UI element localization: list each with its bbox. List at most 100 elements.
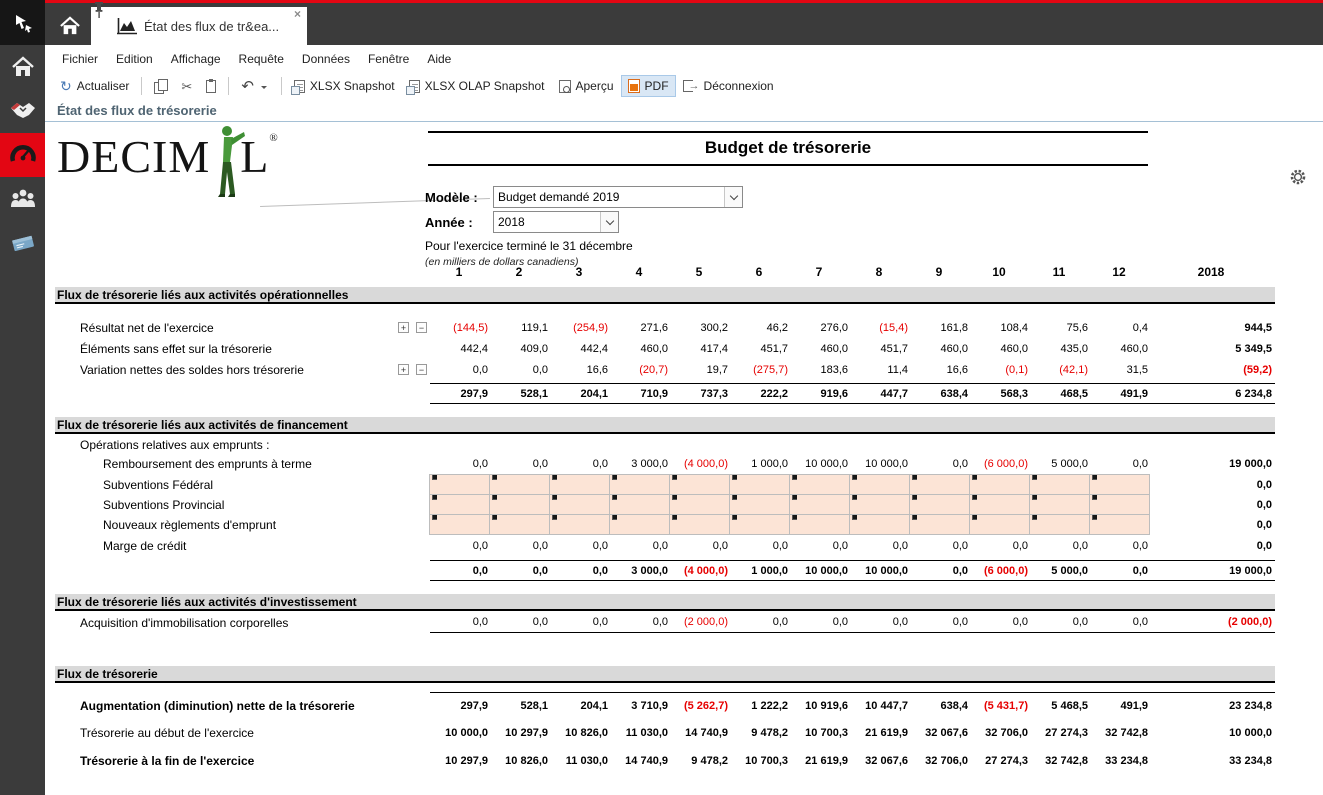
xlsx-olap-document-icon: [405, 79, 420, 95]
menu-bar: Fichier Edition Affichage Requête Donnée…: [45, 45, 1323, 72]
input-cell[interactable]: [1029, 474, 1090, 495]
annual-value: 0,0: [1256, 518, 1272, 531]
section-band: Flux de trésorerie liés aux activités d'…: [55, 594, 1275, 611]
input-cell[interactable]: [789, 514, 850, 535]
input-cell[interactable]: [789, 494, 850, 515]
input-cell[interactable]: [969, 474, 1030, 495]
home-tab-button[interactable]: [51, 9, 89, 43]
dropdown-caret-icon[interactable]: [260, 85, 267, 92]
home-icon: [11, 56, 34, 76]
sidebar-item-partners[interactable]: [0, 89, 45, 133]
gear-icon[interactable]: [1289, 168, 1307, 186]
deconnexion-button[interactable]: Déconnexion: [676, 75, 781, 97]
input-cell[interactable]: [1089, 494, 1150, 515]
input-cell[interactable]: [849, 514, 910, 535]
collapse-button[interactable]: −: [416, 364, 427, 375]
input-cell[interactable]: [489, 514, 550, 535]
input-cell[interactable]: [669, 494, 730, 515]
expand-button[interactable]: +: [398, 322, 409, 333]
section-title: Flux de trésorerie liés aux activités de…: [57, 417, 348, 432]
input-cell[interactable]: [609, 514, 670, 535]
sidebar-item-dashboard[interactable]: [0, 133, 45, 177]
input-cell[interactable]: [429, 494, 490, 515]
menu-donnees[interactable]: Données: [293, 47, 359, 71]
input-cell[interactable]: [909, 494, 970, 515]
input-cell[interactable]: [549, 514, 610, 535]
chevron-down-icon[interactable]: [600, 212, 618, 232]
copy-button[interactable]: [147, 75, 174, 97]
annual-value: 0,0: [1256, 498, 1272, 511]
input-cell[interactable]: [1089, 514, 1150, 535]
sidebar-item-reports[interactable]: [0, 221, 45, 265]
cell-value: 0,0: [472, 363, 488, 376]
pdf-button[interactable]: PDF: [620, 75, 676, 97]
input-cell[interactable]: [429, 474, 490, 495]
sidebar-item-home[interactable]: [0, 45, 45, 89]
collapse-button[interactable]: −: [416, 322, 427, 333]
copy-icon: [154, 79, 169, 94]
input-cell[interactable]: [489, 494, 550, 515]
table-row: Éléments sans effet sur la trésorerie 442…: [55, 338, 1275, 359]
preview-icon: [558, 79, 571, 93]
cell-value: 46,2: [766, 321, 788, 334]
corner-mark: [1032, 475, 1037, 480]
input-cell[interactable]: [909, 474, 970, 495]
tab-close-icon[interactable]: ×: [294, 7, 301, 21]
expand-button[interactable]: +: [398, 364, 409, 375]
cell-value: (4 000,0): [683, 457, 728, 470]
input-cell[interactable]: [969, 514, 1030, 535]
paste-button[interactable]: [199, 76, 223, 97]
collapse-sidebar-button[interactable]: [0, 0, 45, 45]
report-filters: Modèle : Budget demandé 2019 Année : 201…: [425, 186, 743, 268]
pin-icon[interactable]: [93, 1, 105, 19]
input-cell[interactable]: [429, 514, 490, 535]
model-select[interactable]: Budget demandé 2019: [493, 186, 743, 208]
xlsx-snapshot-button[interactable]: XLSX Snapshot: [287, 75, 402, 97]
annual-value: 23 234,8: [1150, 692, 1275, 719]
cell-value: 16,6: [946, 363, 968, 376]
input-cell[interactable]: [909, 514, 970, 535]
input-cell[interactable]: [849, 494, 910, 515]
sidebar-item-users[interactable]: [0, 177, 45, 221]
undo-button[interactable]: ↶: [234, 76, 276, 97]
year-select[interactable]: 2018: [493, 211, 619, 233]
input-cell[interactable]: [489, 474, 550, 495]
input-cell[interactable]: [669, 474, 730, 495]
annual-value: 5 349,5: [1235, 342, 1272, 355]
input-cell[interactable]: [549, 494, 610, 515]
input-cell[interactable]: [609, 494, 670, 515]
cell-value: 10 000,0: [445, 727, 488, 739]
year-label: Année :: [425, 214, 473, 230]
input-cell[interactable]: [549, 474, 610, 495]
input-cell[interactable]: [729, 494, 790, 515]
cell-value: 451,7: [880, 342, 908, 355]
cell-value: 297,9: [430, 383, 490, 404]
apercu-button[interactable]: Aperçu: [552, 75, 621, 97]
section-title: Flux de trésorerie liés aux activités d'…: [57, 594, 357, 609]
input-cell[interactable]: [609, 474, 670, 495]
input-cell[interactable]: [789, 474, 850, 495]
cell-value: (5 431,7): [970, 692, 1030, 719]
input-cell[interactable]: [669, 514, 730, 535]
input-cell[interactable]: [729, 474, 790, 495]
menu-affichage[interactable]: Affichage: [162, 47, 230, 71]
refresh-button[interactable]: ↻ Actualiser: [53, 75, 136, 97]
cut-button[interactable]: ✂: [174, 76, 199, 97]
menu-fichier[interactable]: Fichier: [53, 47, 107, 71]
input-cell[interactable]: [849, 474, 910, 495]
menu-fenetre[interactable]: Fenêtre: [359, 47, 418, 71]
input-cell[interactable]: [1029, 514, 1090, 535]
chevron-down-icon[interactable]: [724, 187, 742, 207]
tab-etat-des-flux[interactable]: État des flux de tr&ea... ×: [91, 2, 307, 45]
input-cell[interactable]: [1089, 474, 1150, 495]
xlsx-olap-snapshot-button[interactable]: XLSX OLAP Snapshot: [402, 75, 552, 97]
menu-aide[interactable]: Aide: [418, 47, 460, 71]
menu-requete[interactable]: Requête: [230, 47, 293, 71]
annual-value: 33 234,8: [1229, 755, 1272, 767]
input-cell[interactable]: [729, 514, 790, 535]
toolbar-separator: [280, 77, 282, 95]
input-cell[interactable]: [1029, 494, 1090, 515]
menu-edition[interactable]: Edition: [107, 47, 162, 71]
column-header: 12: [1112, 265, 1126, 279]
input-cell[interactable]: [969, 494, 1030, 515]
